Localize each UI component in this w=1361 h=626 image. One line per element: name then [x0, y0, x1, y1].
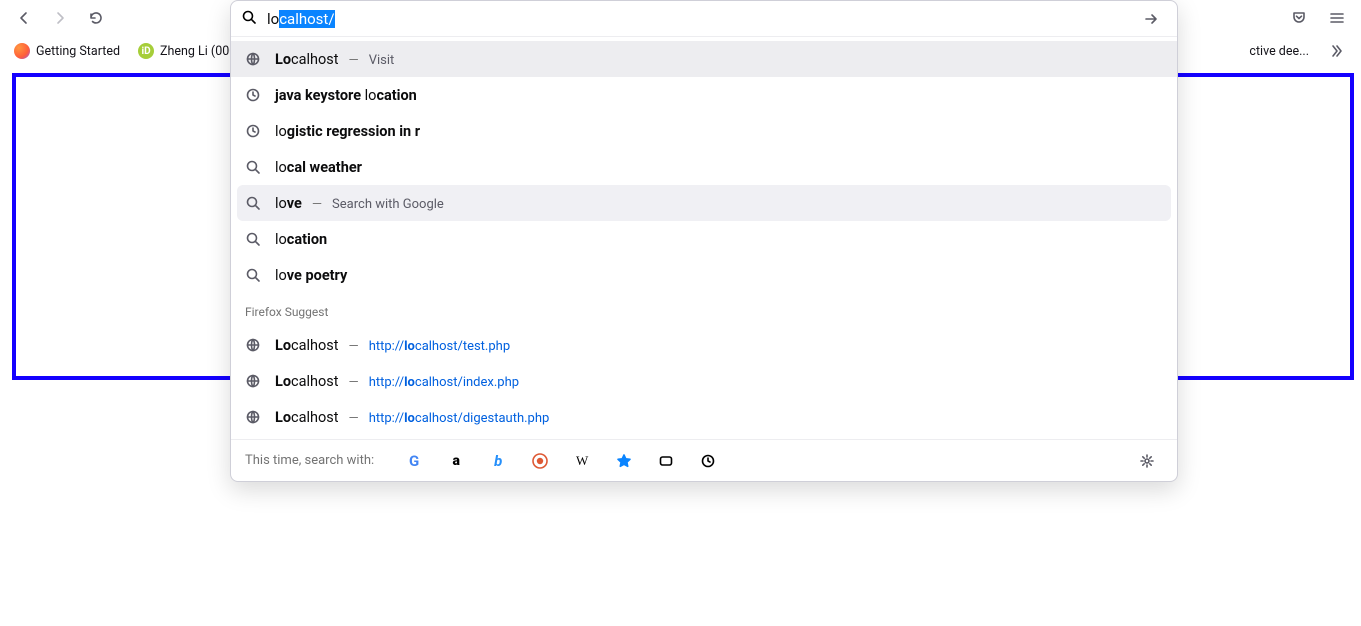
globe-icon	[245, 51, 261, 67]
bookmarks-overflow-button[interactable]	[1321, 35, 1353, 67]
history-icon	[245, 123, 261, 139]
globe-icon	[245, 373, 261, 389]
suggestion-text: location	[275, 231, 327, 248]
forward-button	[44, 2, 76, 34]
engine-bookmarks[interactable]	[614, 451, 634, 471]
suggestion-text: local weather	[275, 159, 362, 176]
suggestion-aux: Visit	[369, 53, 395, 68]
engine-google[interactable]: G	[404, 451, 424, 471]
app-menu-button[interactable]	[1321, 2, 1353, 34]
orcid-icon: iD	[138, 43, 154, 59]
suggest-title: Localhost	[275, 373, 339, 390]
suggestion-item[interactable]: love poetry	[231, 257, 1177, 293]
search-icon	[245, 195, 261, 211]
search-settings-button[interactable]	[1131, 445, 1163, 477]
suggestion-text: love poetry	[275, 267, 347, 284]
suggestion-text: java keystore location	[275, 87, 417, 104]
firefox-suggest-item[interactable]: Localhost— http://localhost/digestauth.p…	[231, 399, 1177, 435]
urlbar-autocomplete-selection: calhost/	[279, 10, 334, 28]
bookmark-truncated[interactable]: ctive dee...	[1243, 40, 1315, 63]
suggestion-dash: —	[312, 197, 322, 212]
history-icon	[245, 87, 261, 103]
bookmark-getting-started[interactable]: Getting Started	[8, 39, 126, 63]
engine-history[interactable]	[698, 451, 718, 471]
search-icon	[245, 231, 261, 247]
suggestion-item[interactable]: java keystore location	[231, 77, 1177, 113]
urlbar[interactable]: localhost/	[231, 1, 1177, 37]
engine-duckduckgo[interactable]	[530, 451, 550, 471]
search-icon	[245, 267, 261, 283]
globe-icon	[245, 409, 261, 425]
suggestion-dash: —	[349, 53, 359, 68]
search-icon	[245, 159, 261, 175]
suggestion-item[interactable]: location	[231, 221, 1177, 257]
engine-amazon[interactable]: a	[446, 451, 466, 471]
suggestion-text: logistic regression in r	[275, 123, 420, 140]
firefox-suggest-label: Firefox Suggest	[231, 297, 1177, 323]
suggestion-text: love	[275, 195, 302, 212]
suggestion-item[interactable]: Localhost — Visit	[231, 41, 1177, 77]
save-to-pocket-button[interactable]	[1283, 2, 1315, 34]
firefox-suggest-item[interactable]: Localhost— http://localhost/test.php	[231, 327, 1177, 363]
firefox-suggest-list: Localhost— http://localhost/test.phpLoca…	[231, 323, 1177, 439]
suggest-url: http://localhost/digestauth.php	[369, 411, 550, 426]
search-engine-footer: This time, search with: G a b W	[231, 439, 1177, 481]
engine-tabs[interactable]	[656, 451, 676, 471]
urlbar-dropdown: localhost/ Localhost — Visit java keystore…	[230, 0, 1178, 482]
suggestion-text: Localhost	[275, 51, 339, 68]
firefox-icon	[14, 43, 30, 59]
suggestion-item[interactable]: logistic regression in r	[231, 113, 1177, 149]
suggestion-list: Localhost — Visit java keystore location lo…	[231, 37, 1177, 297]
urlbar-go-button[interactable]	[1135, 3, 1167, 35]
suggestion-item[interactable]: local weather	[231, 149, 1177, 185]
suggest-url: http://localhost/index.php	[369, 375, 519, 390]
footer-label: This time, search with:	[245, 453, 374, 468]
suggest-title: Localhost	[275, 409, 339, 426]
suggest-title: Localhost	[275, 337, 339, 354]
urlbar-input[interactable]: localhost/	[267, 10, 1125, 28]
bookmark-label: ctive dee...	[1249, 44, 1309, 59]
engine-bing[interactable]: b	[488, 451, 508, 471]
suggestion-aux: Search with Google	[332, 197, 444, 212]
globe-icon	[245, 337, 261, 353]
search-icon	[241, 9, 257, 29]
back-button[interactable]	[8, 2, 40, 34]
suggestion-item[interactable]: love — Search with Google	[237, 185, 1171, 221]
reload-button[interactable]	[80, 2, 112, 34]
firefox-suggest-item[interactable]: Localhost— http://localhost/index.php	[231, 363, 1177, 399]
suggest-url: http://localhost/test.php	[369, 339, 510, 354]
bookmark-label: Getting Started	[36, 44, 120, 59]
urlbar-typed-text: lo	[267, 10, 279, 28]
engine-wikipedia[interactable]: W	[572, 451, 592, 471]
